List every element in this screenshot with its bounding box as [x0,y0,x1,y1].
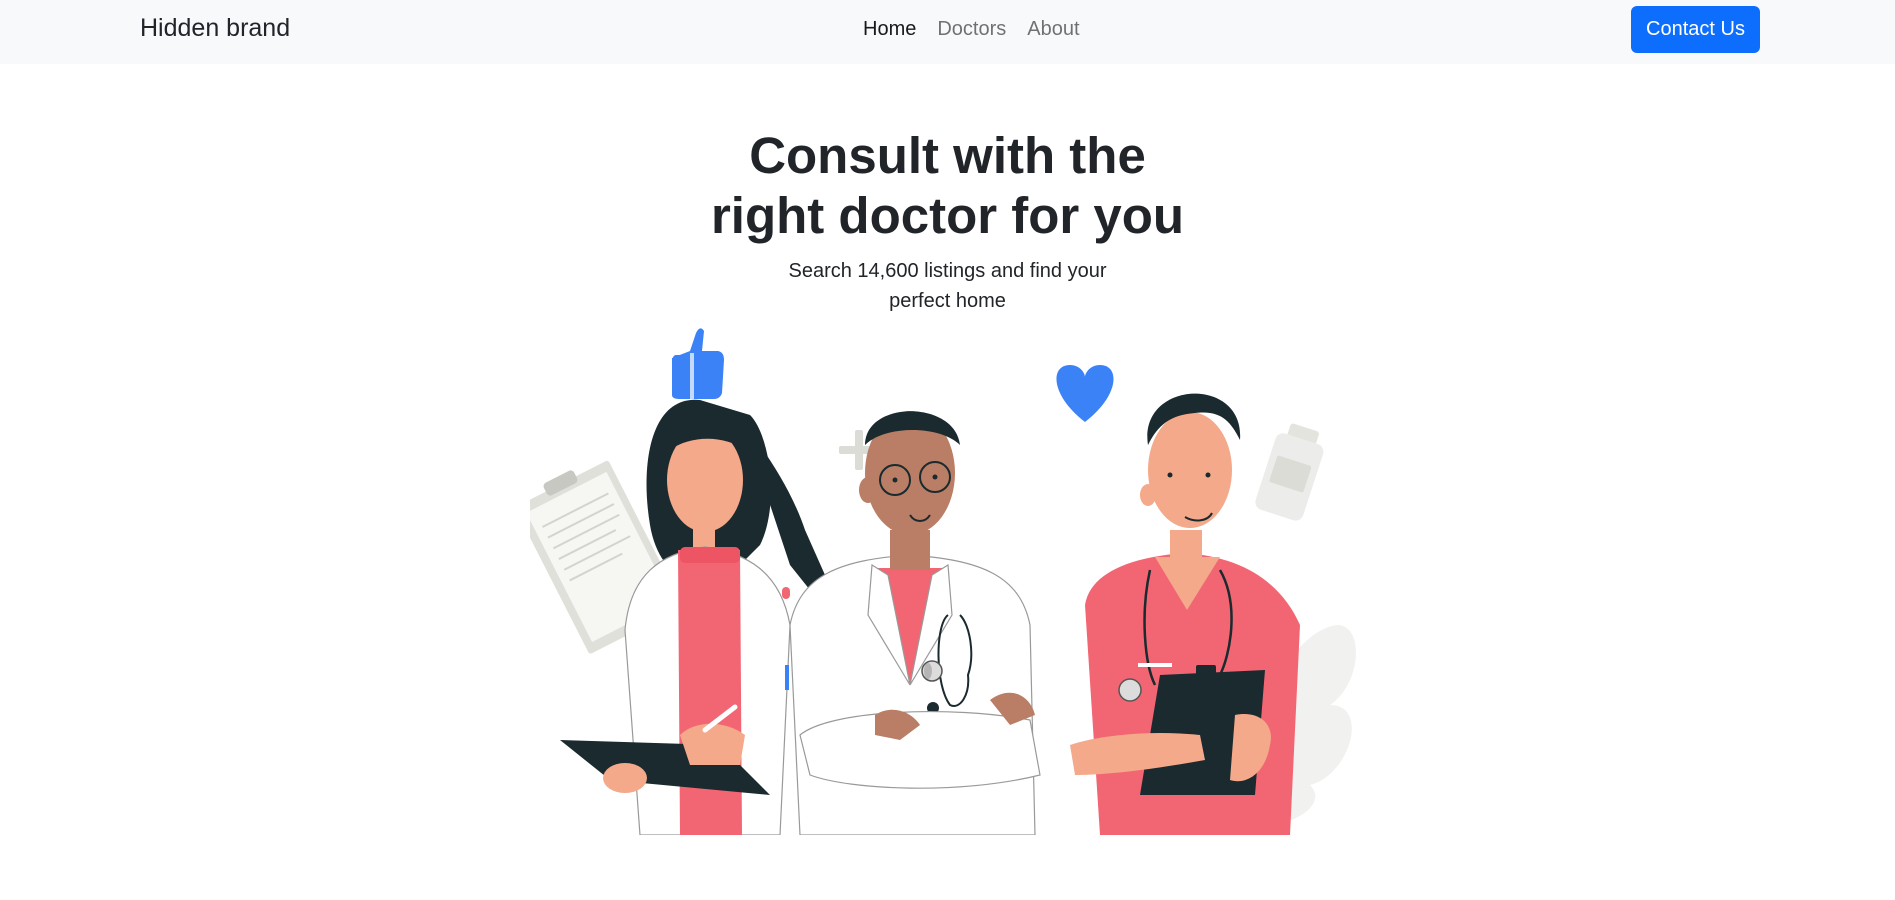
male-nurse [1070,393,1300,835]
hero-subtitle-line-1: Search 14,600 listings and find your [788,260,1107,282]
nav-link-about[interactable]: About [1027,18,1079,41]
contact-us-button[interactable]: Contact Us [1631,6,1760,53]
nav-link-home[interactable]: Home [863,18,916,41]
hero-subtitle-line-2: perfect home [889,290,1006,312]
doctors-illustration [530,328,1357,835]
hero-title-line-1: Consult with the [749,127,1146,184]
heart-icon [1056,365,1114,422]
brand-logo-link[interactable]: Hidden brand [140,14,290,43]
nav-links: Home Doctors About [863,18,1080,41]
thumbs-up-icon [672,328,724,399]
pill-bottle-icon [1255,423,1324,521]
hero-title-line-2: right doctor for you [710,187,1185,244]
hero-subtitle: Search 14,600 listings and find your per… [0,256,1895,316]
top-navbar: Hidden brand Home Doctors About Contact … [0,0,1895,64]
man-doctor [789,411,1041,835]
hero-title: Consult with the right doctor for you [0,126,1895,246]
nav-link-doctors[interactable]: Doctors [937,18,1006,41]
